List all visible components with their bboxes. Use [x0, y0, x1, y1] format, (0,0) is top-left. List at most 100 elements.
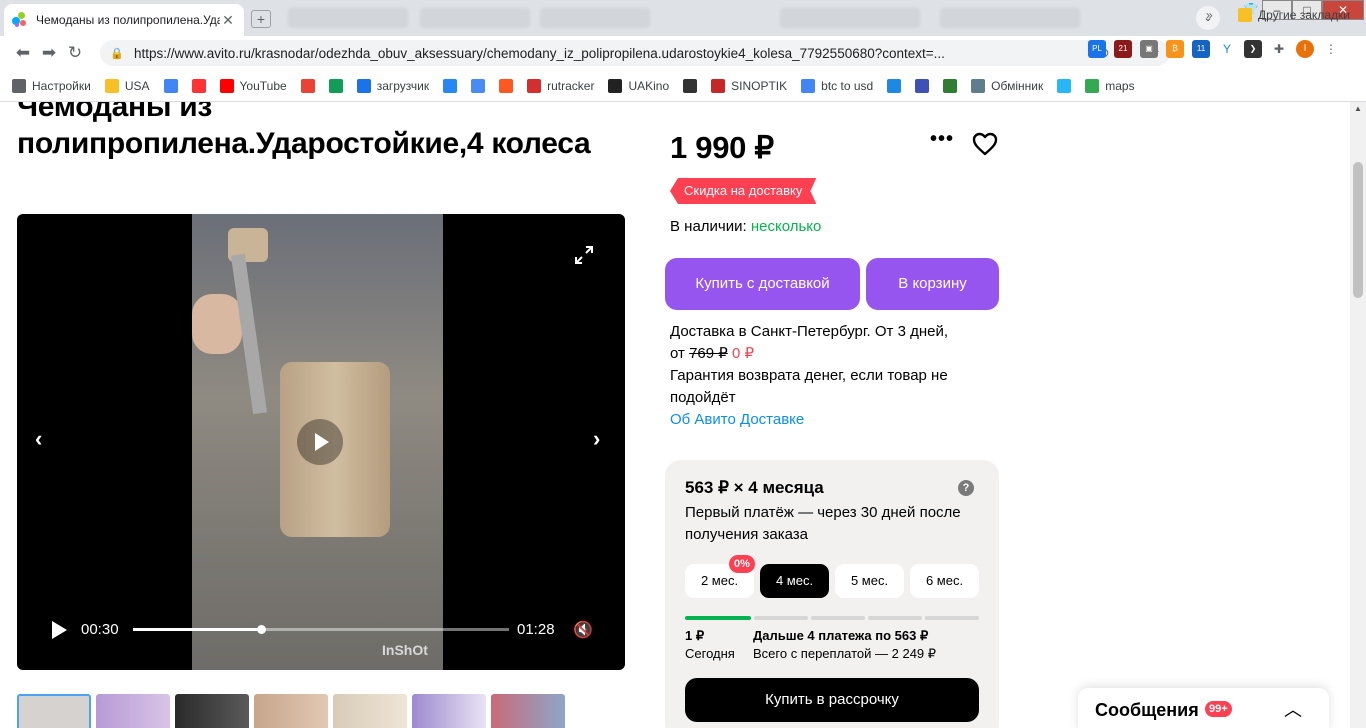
- back-arrow-icon[interactable]: ⬅: [10, 43, 36, 63]
- profile-avatar[interactable]: I: [1296, 40, 1314, 58]
- chevron-left-icon[interactable]: ‹: [35, 426, 42, 452]
- bookmark-item[interactable]: Обмінник: [971, 78, 1043, 93]
- y-extension-icon[interactable]: Y: [1218, 40, 1236, 58]
- delivery-line: Доставка в Санкт-Петербург. От 3 дней,: [670, 323, 949, 340]
- bookmark-item[interactable]: [683, 78, 703, 93]
- briefcase-extension-icon[interactable]: ▣: [1140, 40, 1158, 58]
- payment-progress: [685, 616, 979, 620]
- calendar-extension-icon[interactable]: 21: [1114, 40, 1132, 58]
- bookmark-item[interactable]: [163, 78, 184, 93]
- bookmark-item[interactable]: [443, 78, 463, 93]
- help-icon[interactable]: ?: [958, 480, 974, 496]
- favorite-heart-icon[interactable]: [972, 132, 998, 156]
- thumbnail[interactable]: [175, 694, 249, 728]
- number-extension-icon[interactable]: 11: [1192, 40, 1210, 58]
- scroll-up-arrow-icon[interactable]: ▲: [1354, 104, 1362, 113]
- installment-description: Первый платёж — через 30 дней после полу…: [685, 504, 961, 543]
- stock-label: В наличии:: [670, 218, 747, 235]
- delivery-from-label: от: [670, 345, 685, 362]
- chevron-right-icon[interactable]: ›: [593, 426, 600, 452]
- bookmark-favicon-icon: [1057, 78, 1072, 93]
- buy-installment-button[interactable]: Купить в рассрочку: [685, 678, 979, 722]
- bookmark-item[interactable]: [887, 78, 907, 93]
- thumbnail[interactable]: [491, 694, 565, 728]
- bookmark-item[interactable]: rutracker: [527, 78, 594, 93]
- bookmark-favicon-icon: [499, 78, 514, 93]
- menu-icon[interactable]: ⋮: [1322, 40, 1340, 58]
- bookmark-favicon-icon: [608, 78, 623, 93]
- background-tab[interactable]: [420, 8, 530, 28]
- buy-with-delivery-button[interactable]: Купить с доставкой: [665, 258, 860, 310]
- arrow-extension-icon[interactable]: ❯: [1244, 40, 1262, 58]
- avito-delivery-link[interactable]: Об Авито Доставке: [670, 409, 980, 431]
- other-bookmarks-folder[interactable]: Другие закладки: [1238, 8, 1350, 22]
- mute-icon[interactable]: 🔇: [573, 620, 593, 640]
- reload-icon[interactable]: ↻: [62, 43, 88, 63]
- bookmark-item[interactable]: загрузчик: [356, 78, 429, 93]
- video-player[interactable]: InShOt ‹ › 00:30 01:28 🔇: [17, 214, 625, 670]
- forward-arrow-icon[interactable]: ➡: [36, 43, 62, 63]
- fullscreen-expand-icon[interactable]: [575, 246, 593, 264]
- term-option[interactable]: 2 мес. 0%: [685, 555, 755, 598]
- add-to-cart-button[interactable]: В корзину: [866, 258, 999, 310]
- bookmark-favicon-icon: [943, 78, 958, 93]
- progress-segment: [811, 616, 865, 620]
- play-icon[interactable]: [52, 621, 67, 639]
- page-scrollbar[interactable]: ▲: [1350, 102, 1366, 728]
- thumbnail[interactable]: [412, 694, 486, 728]
- bookmark-item[interactable]: [328, 78, 349, 93]
- tab-close-icon[interactable]: ✕: [220, 12, 236, 29]
- messages-widget[interactable]: Сообщения 99+ ︿: [1078, 688, 1329, 728]
- bookmark-item[interactable]: [1057, 78, 1077, 93]
- new-tab-button[interactable]: +: [251, 10, 271, 28]
- chevron-up-icon[interactable]: ︿: [1284, 696, 1302, 722]
- background-tab[interactable]: [780, 8, 920, 28]
- hand-image: [192, 294, 242, 354]
- bookmarks-more-button[interactable]: »: [1206, 8, 1213, 22]
- background-tab[interactable]: [288, 8, 408, 28]
- bookmark-item[interactable]: [300, 78, 321, 93]
- bookmark-item[interactable]: Настройки: [12, 78, 91, 93]
- background-tab[interactable]: [940, 8, 1080, 28]
- messages-count-badge: 99+: [1205, 701, 1232, 717]
- video-progress-knob[interactable]: [256, 625, 266, 634]
- thumbnail[interactable]: [333, 694, 407, 728]
- bookmark-item[interactable]: [471, 78, 491, 93]
- term-option[interactable]: 6 мес.: [910, 564, 979, 598]
- bookmark-item[interactable]: UAKino: [608, 78, 669, 93]
- avito-favicon-icon: [12, 12, 28, 28]
- play-overlay-icon[interactable]: [297, 419, 343, 465]
- term-option[interactable]: 5 мес.: [835, 564, 904, 598]
- pay-next-label: Всего с переплатой — 2 249 ₽: [753, 646, 937, 661]
- thumbnail[interactable]: [96, 694, 170, 728]
- bookmark-favicon-icon: [300, 78, 315, 93]
- background-tab[interactable]: [540, 8, 650, 28]
- bookmark-item[interactable]: [915, 78, 935, 93]
- messages-label: Сообщения: [1095, 700, 1199, 720]
- listing-title: Чемоданы из полипропилена.Ударостойкие,4…: [17, 102, 591, 160]
- thumbnail[interactable]: [17, 694, 91, 728]
- more-options-icon[interactable]: •••: [930, 128, 954, 151]
- bitcoin-extension-icon[interactable]: ₿: [1166, 40, 1184, 58]
- bookmark-item[interactable]: USA: [104, 78, 150, 93]
- bookmark-label: YouTube: [239, 78, 287, 93]
- bookmark-item[interactable]: btc to usd: [801, 78, 873, 93]
- progress-segment: [685, 616, 751, 620]
- stock-status: В наличии: несколько: [670, 218, 821, 235]
- bookmark-item[interactable]: maps: [1085, 78, 1135, 93]
- term-option-selected[interactable]: 4 мес.: [760, 564, 829, 598]
- bookmark-item[interactable]: YouTube: [219, 78, 287, 93]
- installment-title: 563 ₽ × 4 месяца: [685, 478, 824, 497]
- video-progress-slider[interactable]: [133, 625, 509, 634]
- puzzle-extensions-icon[interactable]: ✚: [1270, 40, 1288, 58]
- tab-active[interactable]: Чемоданы из полипропилена.Уда ✕: [4, 4, 244, 36]
- bookmark-item[interactable]: [943, 78, 963, 93]
- bookmark-item[interactable]: SINOPTIK: [711, 78, 787, 93]
- thumbnail[interactable]: [254, 694, 328, 728]
- globe-extension-icon[interactable]: PL: [1088, 40, 1106, 58]
- bookmark-item[interactable]: [499, 78, 519, 93]
- progress-segment: [754, 616, 808, 620]
- scroll-thumb[interactable]: [1353, 162, 1363, 298]
- bookmark-item[interactable]: [191, 78, 212, 93]
- address-bar[interactable]: 🔒 https://www.avito.ru/krasnodar/odezhda…: [100, 40, 1170, 66]
